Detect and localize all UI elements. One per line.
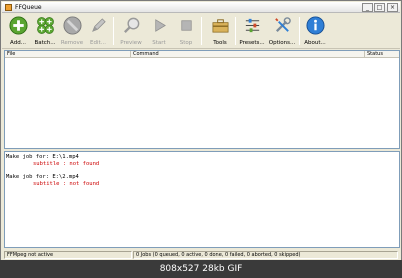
job-list-header: File Command Status — [5, 51, 399, 58]
log-line-error: subtitle : not found — [33, 181, 100, 187]
title-bar[interactable]: FFQueue _ □ × — [2, 2, 400, 13]
edit-button[interactable]: Edit... — [85, 15, 111, 48]
add-icon — [9, 16, 28, 35]
batch-add-icon — [37, 17, 54, 34]
info-icon — [306, 16, 325, 35]
options-button[interactable]: Options... — [269, 15, 295, 48]
column-header-file[interactable]: File — [5, 51, 131, 58]
log-line: Make job for: E:\1.mp4 — [6, 154, 79, 160]
presets-button[interactable]: Presets... — [239, 15, 265, 48]
close-button[interactable]: × — [387, 3, 398, 12]
pencil-icon — [92, 18, 106, 32]
wrench-screwdriver-icon — [275, 17, 291, 33]
tools-button[interactable]: Tools — [207, 15, 233, 48]
window-title: FFQueue — [15, 4, 42, 11]
log-line-error: subtitle : not found — [33, 161, 100, 167]
options-label: Options... — [268, 40, 296, 46]
status-bar: FFMpeg not active 0 Jobs (0 queued, 0 ac… — [2, 250, 400, 260]
tools-label: Tools — [213, 40, 227, 46]
app-window: FFQueue _ □ × Add... Batch... Remove Edi… — [0, 0, 402, 278]
play-icon — [155, 19, 166, 32]
remove-icon — [63, 16, 82, 35]
about-button[interactable]: About... — [302, 15, 328, 48]
column-header-command[interactable]: Command — [131, 51, 365, 58]
stop-icon — [181, 20, 192, 31]
job-list[interactable]: File Command Status — [4, 50, 400, 149]
sliders-icon — [245, 18, 260, 33]
log-panel[interactable]: Make job for: E:\1.mp4 subtitle : not fo… — [4, 151, 400, 248]
maximize-button[interactable]: □ — [374, 3, 385, 12]
jobs-summary-status: 0 Jobs (0 queued, 0 active, 0 done, 0 fa… — [133, 251, 398, 259]
edit-label: Edit... — [90, 40, 106, 46]
minimize-button[interactable]: _ — [362, 3, 373, 12]
toolbar: Add... Batch... Remove Edit... Preview S… — [2, 13, 400, 49]
image-info-caption: 808x527 28kb GIF — [0, 260, 402, 278]
column-header-status[interactable]: Status — [365, 51, 399, 58]
stop-button[interactable]: Stop — [173, 15, 199, 48]
stop-label: Stop — [179, 40, 193, 46]
preview-magnifier-icon — [124, 17, 140, 33]
ffmpeg-status: FFMpeg not active — [4, 251, 132, 259]
app-icon — [5, 4, 12, 11]
toolbar-separator — [201, 17, 202, 45]
preview-button[interactable]: Preview — [118, 15, 144, 48]
toolbox-icon — [212, 19, 229, 33]
log-line: Make job for: E:\2.mp4 — [6, 174, 79, 180]
about-label: About... — [304, 40, 326, 46]
presets-label: Presets... — [239, 40, 265, 46]
